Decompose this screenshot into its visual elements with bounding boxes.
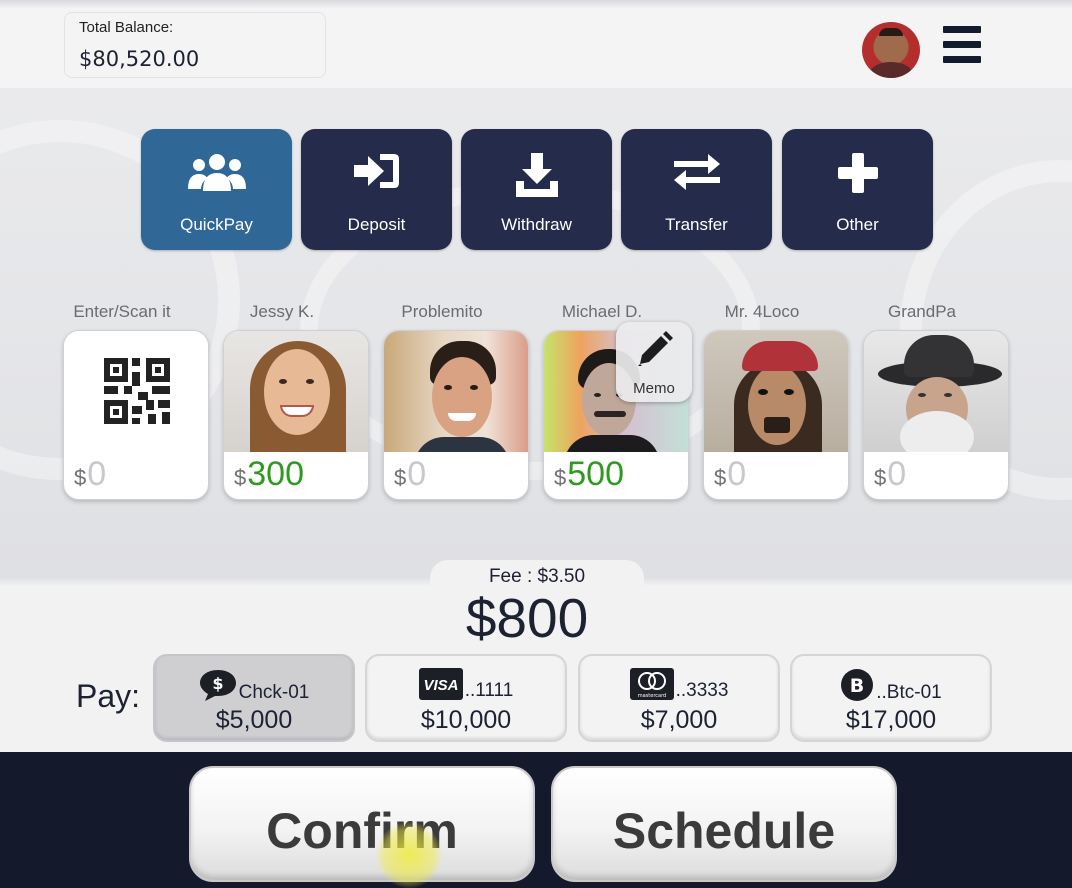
other-button[interactable]: Other bbox=[782, 129, 933, 250]
quickpay-label: QuickPay bbox=[180, 215, 253, 234]
pay-method-title: VISA ..1111 bbox=[367, 668, 565, 702]
recipient-name: Enter/Scan it bbox=[73, 302, 171, 321]
plus-icon bbox=[837, 153, 878, 193]
pay-method-name: ..1111 bbox=[464, 680, 514, 701]
recipient-amount[interactable]: $0 bbox=[394, 455, 426, 494]
amount-value: 0 bbox=[87, 455, 107, 493]
memo-button[interactable]: Memo bbox=[616, 322, 692, 402]
currency-symbol: $ bbox=[74, 465, 87, 490]
mastercard-icon: mastercard bbox=[629, 668, 674, 700]
amount-value: 0 bbox=[727, 455, 747, 493]
deposit-label: Deposit bbox=[347, 215, 406, 234]
recipient-photo bbox=[64, 331, 208, 452]
svg-text:mastercard: mastercard bbox=[637, 693, 665, 699]
recipient-card-mr4loco[interactable]: $0 bbox=[703, 330, 849, 500]
recipient-amount[interactable]: $0 bbox=[874, 455, 906, 494]
balance-panel: Total Balance: $80,520.00 bbox=[64, 12, 326, 78]
recipient-name: GrandPa bbox=[887, 302, 957, 321]
pay-method-title: B ..Btc-01 bbox=[792, 668, 990, 704]
avatar-hair bbox=[879, 28, 903, 36]
quickpay-button[interactable]: QuickPay bbox=[141, 129, 292, 250]
recipient-card-problemito[interactable]: $0 bbox=[383, 330, 529, 500]
currency-symbol: $ bbox=[874, 465, 887, 490]
recipient-amount[interactable]: $0 bbox=[74, 455, 106, 494]
schedule-label: Schedule bbox=[612, 803, 836, 859]
group-icon bbox=[187, 154, 246, 191]
svg-text:B: B bbox=[850, 675, 864, 697]
transfer-label: Transfer bbox=[665, 215, 728, 234]
exchange-icon bbox=[673, 154, 720, 190]
svg-text:$: $ bbox=[212, 674, 223, 693]
bottom-bar bbox=[0, 752, 1072, 888]
recipient-photo bbox=[704, 331, 848, 452]
pay-method-name: Chck-01 bbox=[238, 682, 310, 703]
currency-symbol: $ bbox=[554, 465, 567, 490]
pay-method-checking[interactable]: $ Chck-01 $5,000 bbox=[153, 654, 355, 742]
pay-method-amount: $10,000 bbox=[420, 706, 512, 734]
recipient-card-grandpa[interactable]: $0 bbox=[863, 330, 1009, 500]
recipient-photo bbox=[224, 331, 368, 452]
memo-label: Memo bbox=[633, 380, 675, 397]
amount-value: 0 bbox=[407, 455, 427, 493]
recipient-amount[interactable]: $300 bbox=[234, 455, 304, 494]
pay-method-name: ..Btc-01 bbox=[876, 682, 942, 703]
currency-symbol: $ bbox=[234, 465, 247, 490]
currency-symbol: $ bbox=[714, 465, 727, 490]
hamburger-menu-icon[interactable] bbox=[940, 26, 984, 70]
pencil-icon bbox=[638, 331, 673, 366]
recipient-amount[interactable]: $500 bbox=[554, 455, 624, 494]
recipient-photo bbox=[384, 331, 528, 452]
fee-text: Fee : $3.50 bbox=[488, 566, 586, 587]
recipient-name: Problemito bbox=[401, 302, 483, 321]
balance-label: Total Balance: bbox=[79, 19, 174, 36]
amount-value: 0 bbox=[887, 455, 907, 493]
visa-icon: VISA bbox=[418, 668, 463, 700]
balance-value: $80,520.00 bbox=[79, 47, 200, 71]
withdraw-button[interactable]: Withdraw bbox=[461, 129, 612, 250]
schedule-button[interactable]: Schedule bbox=[551, 766, 897, 882]
amount-value: 300 bbox=[247, 455, 304, 493]
other-label: Other bbox=[836, 215, 879, 234]
bitcoin-icon: B bbox=[841, 669, 874, 701]
currency-symbol: $ bbox=[394, 465, 407, 490]
pay-method-mastercard[interactable]: mastercard ..3333 $7,000 bbox=[578, 654, 780, 742]
recipient-card-scan[interactable]: $0 bbox=[63, 330, 209, 500]
header-bar: Total Balance: $80,520.00 bbox=[0, 0, 1072, 88]
pay-method-title: mastercard ..3333 bbox=[580, 668, 778, 702]
recipient-name: Michael D. bbox=[561, 302, 643, 321]
pay-method-visa[interactable]: VISA ..1111 $10,000 bbox=[365, 654, 567, 742]
withdraw-label: Withdraw bbox=[501, 215, 572, 234]
confirm-label: Confirm bbox=[266, 803, 458, 859]
qr-code-icon bbox=[104, 358, 170, 424]
download-icon bbox=[515, 153, 558, 197]
avatar-shirt bbox=[870, 62, 912, 78]
pay-method-bitcoin[interactable]: B ..Btc-01 $17,000 bbox=[790, 654, 992, 742]
avatar[interactable] bbox=[862, 22, 920, 78]
pointer-highlight bbox=[376, 822, 442, 888]
recipient-name: Jessy K. bbox=[249, 302, 315, 321]
recipient-photo bbox=[864, 331, 1008, 452]
recipient-card-jessy[interactable]: $300 bbox=[223, 330, 369, 500]
pay-label: Pay: bbox=[76, 678, 141, 714]
pay-method-amount: $17,000 bbox=[845, 706, 937, 734]
confirm-button[interactable]: Confirm bbox=[189, 766, 535, 882]
recipient-name: Mr. 4Loco bbox=[724, 302, 800, 321]
check-icon: $ bbox=[199, 670, 236, 701]
recipient-amount[interactable]: $0 bbox=[714, 455, 746, 494]
amount-value: 500 bbox=[567, 455, 624, 493]
total-amount: $800 bbox=[465, 587, 589, 649]
pay-method-title: $ Chck-01 bbox=[155, 668, 353, 704]
sign-in-icon bbox=[353, 154, 399, 188]
quickpay-app: Total Balance: $80,520.00 QuickPay Depos… bbox=[0, 0, 1072, 888]
svg-text:VISA: VISA bbox=[423, 677, 458, 694]
pay-method-name: ..3333 bbox=[675, 680, 729, 701]
pay-method-amount: $5,000 bbox=[215, 706, 293, 734]
transfer-button[interactable]: Transfer bbox=[621, 129, 772, 250]
pay-method-amount: $7,000 bbox=[640, 706, 718, 734]
deposit-button[interactable]: Deposit bbox=[301, 129, 452, 250]
